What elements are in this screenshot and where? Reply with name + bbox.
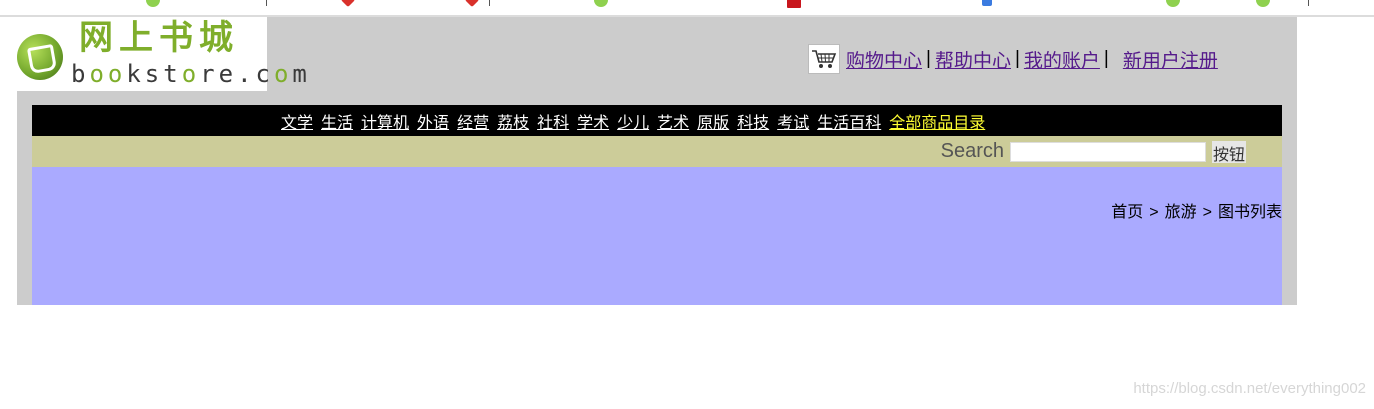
category-link-computer[interactable]: 计算机 <box>361 109 409 133</box>
bookmark-icon[interactable] <box>146 0 160 7</box>
bookmark-icon[interactable] <box>594 0 608 7</box>
all-products-link[interactable]: 全部商品目录 <box>889 109 985 133</box>
separator: | <box>1103 48 1109 69</box>
search-input[interactable] <box>1009 141 1206 162</box>
search-label: Search <box>940 140 1004 162</box>
category-link-art[interactable]: 艺术 <box>657 109 689 133</box>
bookmarks-bar <box>0 0 1374 17</box>
register-link[interactable]: 新用户注册 <box>1123 46 1218 73</box>
bookmark-icon[interactable] <box>1166 0 1180 7</box>
divider <box>489 0 490 6</box>
book-logo-icon <box>17 34 63 80</box>
category-link-business[interactable]: 经营 <box>457 109 489 133</box>
site-logo[interactable]: 网上书城 bookstore.com <box>17 17 307 91</box>
divider <box>266 0 267 6</box>
breadcrumb-separator: > <box>1202 204 1212 221</box>
bookmark-icon[interactable] <box>1256 0 1270 7</box>
main-content: 首页 > 旅游 > 图书列表 <box>32 167 1282 305</box>
search-button[interactable]: 按钮 <box>1211 140 1246 164</box>
search-bar: Search 按钮 <box>32 136 1282 167</box>
breadcrumb: 首页 > 旅游 > 图书列表 <box>1111 198 1282 222</box>
breadcrumb-home[interactable]: 首页 <box>1111 204 1143 221</box>
breadcrumb-separator: > <box>1149 204 1159 221</box>
breadcrumb-travel[interactable]: 旅游 <box>1165 204 1197 221</box>
breadcrumb-book-list: 图书列表 <box>1217 204 1282 221</box>
category-nav: 文学 生活 计算机 外语 经营 荔枝 社科 学术 少儿 艺术 原版 科技 考试 … <box>32 105 1282 136</box>
category-link-foreign-language[interactable]: 外语 <box>417 109 449 133</box>
category-link-social-science[interactable]: 社科 <box>537 109 569 133</box>
page-shell: 网上书城 bookstore.com 购物中心 | 帮助中心 | 我的账户 | … <box>17 17 1297 305</box>
bookmark-icon[interactable] <box>787 0 801 8</box>
category-link-children[interactable]: 少儿 <box>617 109 649 133</box>
my-account-link[interactable]: 我的账户 <box>1024 46 1100 73</box>
help-center-link[interactable]: 帮助中心 <box>935 46 1011 73</box>
logo-english-text: bookstore.com <box>71 60 311 88</box>
bookmark-icon[interactable] <box>464 0 480 8</box>
divider <box>1308 0 1309 6</box>
shopping-cart-icon[interactable] <box>808 44 840 74</box>
user-nav: 购物中心 | 帮助中心 | 我的账户 | 新用户注册 <box>808 43 1218 75</box>
category-link-original[interactable]: 原版 <box>697 109 729 133</box>
bookmark-icon[interactable] <box>340 0 356 8</box>
category-link-lychee[interactable]: 荔枝 <box>497 109 529 133</box>
bookmark-icon[interactable] <box>982 0 992 6</box>
shopping-center-link[interactable]: 购物中心 <box>846 46 922 73</box>
category-link-exam[interactable]: 考试 <box>777 109 809 133</box>
category-link-life-encyclopedia[interactable]: 生活百科 <box>817 109 881 133</box>
separator: | <box>1014 48 1020 69</box>
separator: | <box>926 48 931 69</box>
category-link-life[interactable]: 生活 <box>321 109 353 133</box>
category-link-literature[interactable]: 文学 <box>281 109 313 133</box>
watermark: https://blog.csdn.net/everything002 <box>1133 380 1366 397</box>
category-link-technology[interactable]: 科技 <box>737 109 769 133</box>
logo-chinese-text: 网上书城 <box>79 18 239 58</box>
category-link-academic[interactable]: 学术 <box>577 109 609 133</box>
